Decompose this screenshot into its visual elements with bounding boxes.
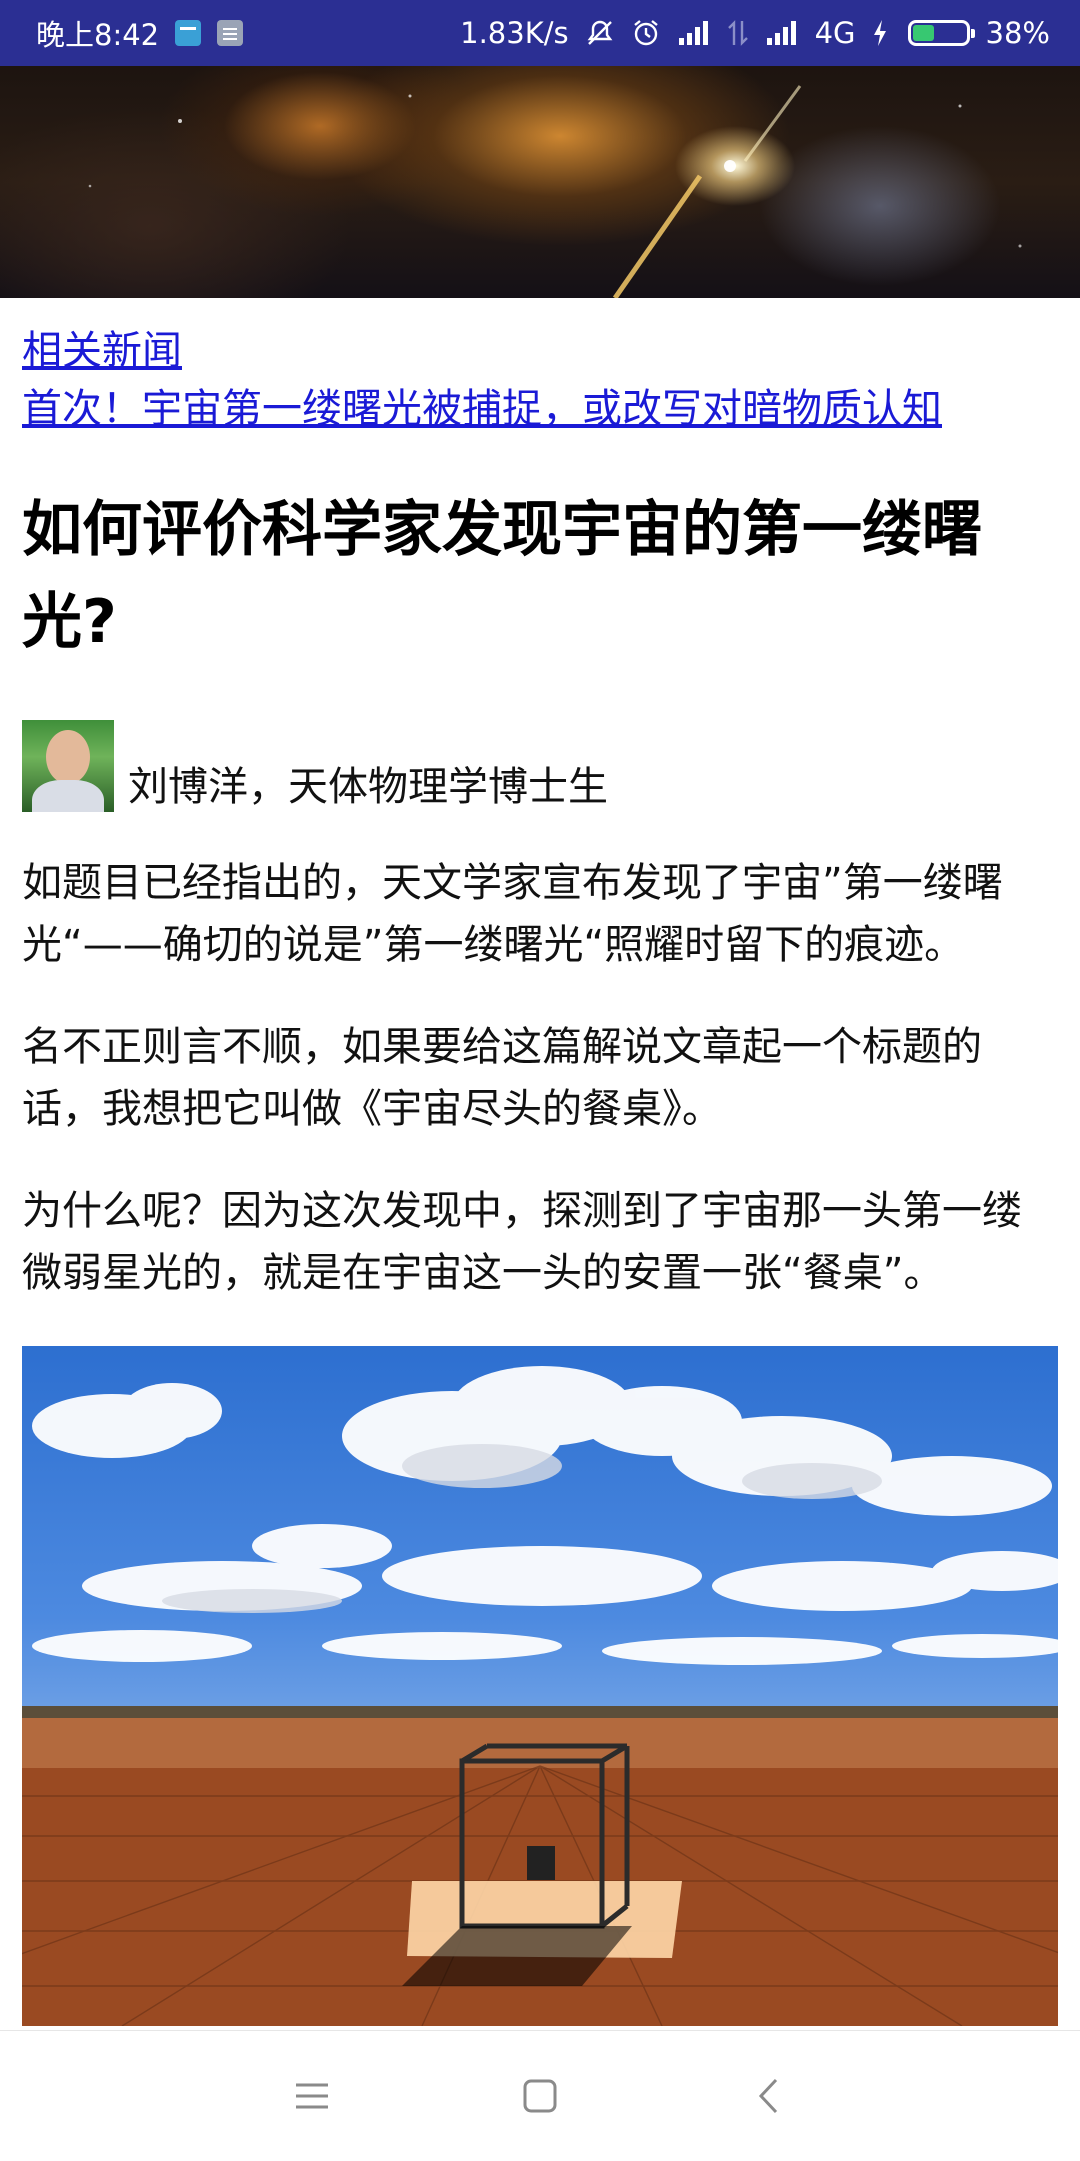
battery-percent: 38% xyxy=(985,16,1050,50)
home-icon xyxy=(523,2079,557,2113)
author-row[interactable]: 刘博洋，天体物理学博士生 xyxy=(22,720,1058,812)
signal-icon xyxy=(765,20,799,46)
article-content: 相关新闻 首次！宇宙第一缕曙光被捕捉，或改写对暗物质认知 如何评价科学家发现宇宙… xyxy=(22,322,1058,2026)
data-transfer-icon xyxy=(727,19,749,47)
status-bar: 晚上8:42 1.83K/s 4G 38% xyxy=(0,0,1080,66)
network-type: 4G xyxy=(814,16,856,50)
related-news-link[interactable]: 相关新闻 xyxy=(22,322,1058,380)
avatar[interactable] xyxy=(22,720,114,812)
charging-icon xyxy=(872,19,888,47)
header-banner-image xyxy=(0,66,1080,298)
battery-level xyxy=(912,25,934,41)
note-icon xyxy=(217,20,244,46)
battery-icon xyxy=(907,20,975,46)
signal-icon xyxy=(677,20,711,46)
article-title: 如何评价科学家发现宇宙的第一缕曙光? xyxy=(22,495,982,657)
status-time: 晚上8:42 xyxy=(36,18,160,52)
article-paragraph: 如题目已经指出的，天文学家宣布发现了宇宙”第一缕曙光“——确切的说是”第一缕曙光… xyxy=(22,860,1003,968)
back-button[interactable] xyxy=(654,2046,882,2146)
mute-icon xyxy=(585,18,615,48)
home-button[interactable] xyxy=(426,2046,654,2146)
article-paragraph: 为什么呢？因为这次发现中，探测到了宇宙那一头第一缕微弱星光的，就是在宇宙这一头的… xyxy=(22,1188,1022,1296)
back-icon xyxy=(758,2078,778,2114)
related-news-headline-link[interactable]: 首次！宇宙第一缕曙光被捕捉，或改写对暗物质认知 xyxy=(22,380,1058,438)
menu-button[interactable] xyxy=(198,2046,426,2146)
article-photo xyxy=(22,1346,1058,2026)
system-nav-bar xyxy=(0,2030,1080,2161)
menu-icon xyxy=(296,2083,328,2109)
alarm-icon xyxy=(631,18,661,48)
calendar-icon xyxy=(175,20,202,46)
article-paragraph: 名不正则言不顺，如果要给这篇解说文章起一个标题的话，我想把它叫做《宇宙尽头的餐桌… xyxy=(22,1024,982,1132)
author-name: 刘博洋，天体物理学博士生 xyxy=(128,764,608,810)
net-speed: 1.83K/s xyxy=(460,16,569,50)
